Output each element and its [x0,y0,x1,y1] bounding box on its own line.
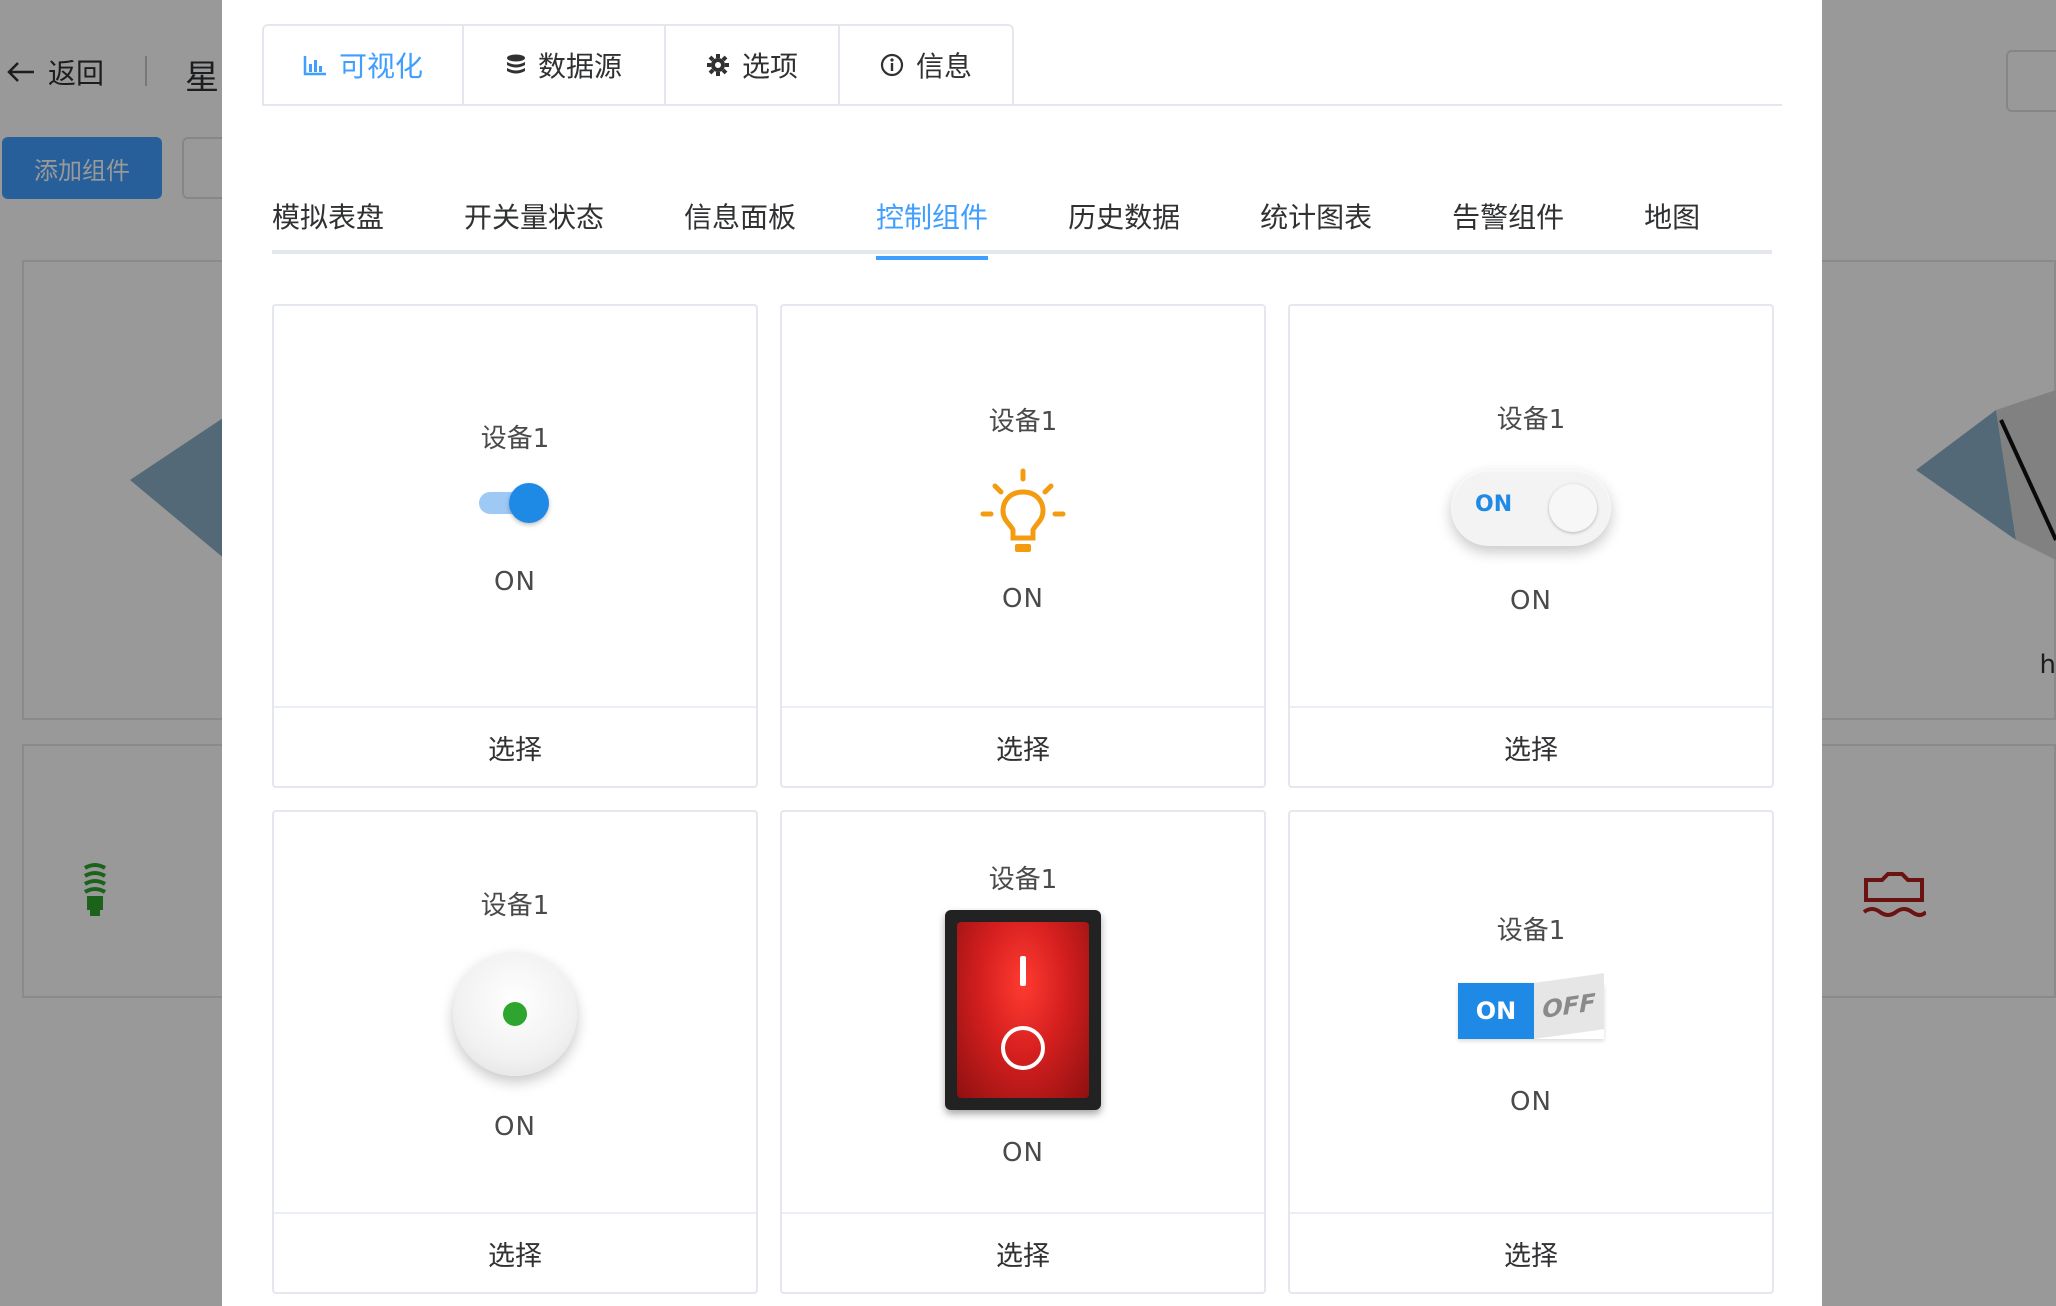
card-preview: 设备1 ON OFF ON [1290,812,1772,1214]
state-label: ON [1510,585,1552,616]
tab-info-label: 信息 [915,50,972,83]
component-card-rocker-switch: 设备1 ON 选择 [780,810,1266,1294]
state-label: ON [1002,1137,1044,1168]
database-icon [506,54,525,74]
subtab-switch-state[interactable]: 开关量状态 [464,196,604,256]
state-label: ON [1510,1086,1552,1117]
component-card-pill-switch: 设备1 ON ON 选择 [1288,304,1774,788]
device-name: 设备1 [988,406,1058,437]
card-preview: 设备1 ON ON [1290,306,1772,708]
top-tabs: 可视化 数据源 选项 信息 [262,24,1014,106]
top-tabs-underline [262,104,1782,106]
subtab-history-data[interactable]: 历史数据 [1068,196,1180,256]
component-card-onoff-switch: 设备1 ON OFF ON 选择 [1288,810,1774,1294]
card-preview: 设备1 ON [782,812,1264,1214]
card-preview: 设备1 ON [274,306,756,708]
bar-chart-icon [303,56,326,76]
power-off-mark-icon [1001,1025,1045,1070]
category-tabs: 模拟表盘 开关量状态 信息面板 控制组件 历史数据 统计图表 告警组件 地图 [272,196,1780,260]
subtab-analog-gauge[interactable]: 模拟表盘 [272,196,384,256]
toggle-switch-preview [479,482,551,523]
subtab-info-panel[interactable]: 信息面板 [684,196,796,256]
rocker-switch-preview [945,909,1101,1110]
subtab-control-components[interactable]: 控制组件 [876,196,989,260]
device-name: 设备1 [480,890,550,921]
card-preview: 设备1 ON [274,812,756,1214]
indicator-dot [503,1001,527,1026]
rocker-face [957,921,1089,1098]
select-button[interactable]: 选择 [274,1212,756,1292]
device-name: 设备1 [1496,404,1566,435]
switch-knob [509,482,549,523]
onoff-switch-preview: ON OFF [1458,972,1604,1039]
subtab-alarm-components[interactable]: 告警组件 [1452,196,1564,256]
off-segment: OFF [1534,972,1604,1039]
subtab-map[interactable]: 地图 [1644,196,1700,256]
subtab-statistics-chart[interactable]: 统计图表 [1260,196,1372,256]
tab-visualization[interactable]: 可视化 [262,24,464,106]
component-picker-dialog: 可视化 数据源 选项 信息 模拟表盘 开关量状态 信息面板 控制组件 历史数据 … [222,0,1822,1306]
device-name: 设备1 [1496,915,1566,946]
pill-switch-knob [1549,483,1597,532]
pill-switch-label: ON [1475,491,1513,517]
component-card-toggle-switch: 设备1 ON 选择 [272,304,758,788]
pill-switch-preview: ON [1451,469,1611,546]
select-button[interactable]: 选择 [1290,1212,1772,1292]
device-name: 设备1 [988,864,1058,895]
info-icon [880,53,904,77]
gear-icon [706,54,729,76]
tab-options-label: 选项 [741,50,798,83]
select-button[interactable]: 选择 [782,706,1264,786]
on-segment: ON [1458,982,1534,1039]
light-bulb-icon [980,468,1066,552]
tab-datasource-label: 数据源 [537,50,622,83]
state-label: ON [1002,583,1044,614]
power-on-mark-icon [1020,955,1026,986]
select-button[interactable]: 选择 [1290,706,1772,786]
component-card-push-button: 设备1 ON 选择 [272,810,758,1294]
select-button[interactable]: 选择 [274,706,756,786]
tab-visualization-label: 可视化 [338,50,423,83]
tab-options[interactable]: 选项 [666,24,840,106]
tab-info[interactable]: 信息 [840,24,1014,106]
state-label: ON [494,1111,536,1142]
tab-datasource[interactable]: 数据源 [464,24,666,106]
card-preview: 设备1 ON [782,306,1264,708]
select-button[interactable]: 选择 [782,1212,1264,1292]
device-name: 设备1 [480,423,550,454]
state-label: ON [494,566,536,597]
component-card-light-bulb: 设备1 ON 选择 [780,304,1266,788]
component-grid: 设备1 ON 选择 设备1 ON 选择 设备1 ON ON 选择 设备1 ON … [272,304,1774,1294]
push-button-preview [453,951,577,1076]
category-tabs-underline [272,250,1772,254]
